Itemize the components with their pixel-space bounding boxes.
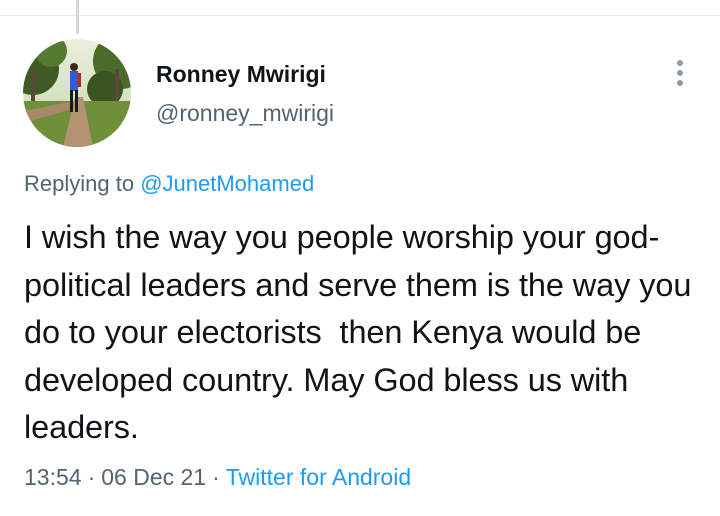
avatar[interactable] xyxy=(23,39,131,147)
author-handle[interactable]: @ronney_mwirigi xyxy=(156,100,334,127)
more-options-button[interactable] xyxy=(664,56,696,90)
tweet-metadata: 13:54 · 06 Dec 21 · Twitter for Android xyxy=(24,464,411,491)
replying-to-label: Replying to xyxy=(24,171,135,196)
tweet-time[interactable]: 13:54 xyxy=(24,464,82,490)
tweet-card: Ronney Mwirigi @ronney_mwirigi Replying … xyxy=(0,0,720,516)
tweet-source-link[interactable]: Twitter for Android xyxy=(226,464,411,490)
author-display-name[interactable]: Ronney Mwirigi xyxy=(156,61,326,88)
more-vertical-icon xyxy=(677,70,683,76)
meta-separator: · xyxy=(212,464,220,490)
more-vertical-icon xyxy=(677,80,683,86)
tweet-date[interactable]: 06 Dec 21 xyxy=(101,464,206,490)
replying-to-handle-link[interactable]: @JunetMohamed xyxy=(140,171,314,196)
avatar-photo xyxy=(23,39,131,147)
replying-to: Replying to @JunetMohamed xyxy=(24,171,314,197)
divider xyxy=(0,15,720,16)
meta-separator: · xyxy=(87,464,96,490)
tweet-text: I wish the way you people worship your g… xyxy=(24,219,701,445)
more-vertical-icon xyxy=(677,60,683,66)
thread-connector-line xyxy=(76,0,79,34)
